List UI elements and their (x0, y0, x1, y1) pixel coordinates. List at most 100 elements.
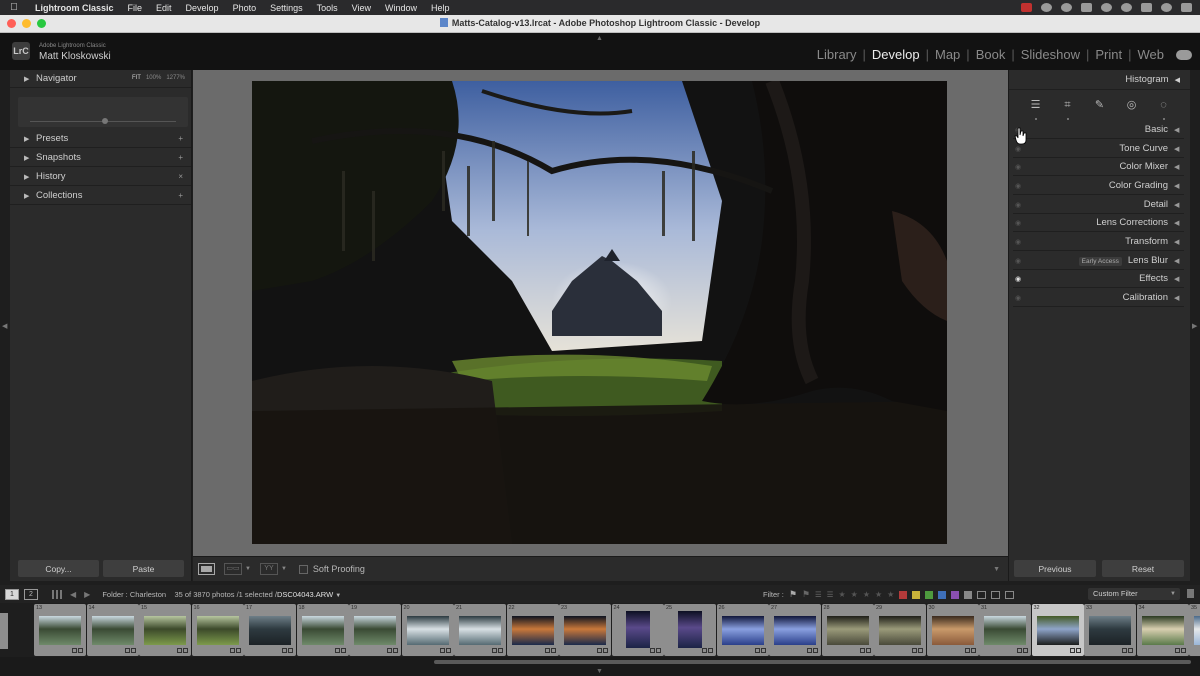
panel-lens-blur[interactable]: ◉ Early Access Lens Blur ◀ (1013, 252, 1184, 270)
video-filter-icon[interactable] (1005, 590, 1015, 599)
filmstrip-thumbnail[interactable]: 19 (349, 604, 401, 656)
history-header[interactable]: ▶ History × (10, 168, 191, 186)
filmstrip-scroll-thumb[interactable] (434, 660, 1191, 664)
before-after-swap-icon[interactable]: YY (259, 563, 278, 575)
menu-app-name[interactable]: Lightroom Classic (28, 3, 121, 13)
presets-header[interactable]: ▶ Presets + (10, 130, 191, 148)
paste-button[interactable]: Paste (103, 560, 184, 577)
menu-view[interactable]: View (345, 3, 378, 13)
snapshots-header[interactable]: ▶ Snapshots + (10, 149, 191, 167)
recording-icon[interactable] (1021, 3, 1032, 12)
filmstrip-thumbnail[interactable]: 31 (979, 604, 1031, 656)
control-center-icon[interactable] (1141, 3, 1152, 12)
menu-file[interactable]: File (121, 3, 150, 13)
rating-star-icon[interactable]: ★ (875, 590, 882, 599)
zoom-custom[interactable]: 1277% (166, 75, 185, 81)
histogram-header[interactable]: Histogram ◀ (1009, 70, 1190, 90)
filmstrip-thumbnail[interactable]: 35 (1189, 604, 1200, 656)
panel-visibility-eye-icon[interactable]: ◉ (1015, 201, 1029, 209)
toolbar-content-dropdown-icon[interactable]: ▼ (993, 566, 1000, 573)
menu-develop[interactable]: Develop (179, 3, 226, 13)
bottom-panel-toggle-icon[interactable]: ▼ (596, 668, 603, 675)
apple-menu-icon[interactable]:  (0, 2, 28, 13)
filmstrip-thumbnail[interactable]: 34 (1136, 604, 1189, 656)
cloud-sync-icon[interactable] (1176, 49, 1192, 60)
filmstrip-thumbnail[interactable]: 30 (926, 604, 979, 656)
reject-filter-icon[interactable]: ⚑ (802, 589, 810, 600)
edit-filter-icon[interactable]: ☰ (815, 590, 822, 599)
menu-edit[interactable]: Edit (149, 3, 179, 13)
creative-cloud-icon[interactable] (1041, 3, 1052, 12)
filmstrip-thumbnail[interactable]: 15 (139, 604, 191, 656)
panel-transform[interactable]: ◉ Transform ◀ (1013, 233, 1184, 251)
menu-tools[interactable]: Tools (310, 3, 345, 13)
flag-filter-icon[interactable]: ⚑ (789, 589, 797, 600)
filmstrip-thumbnail[interactable]: 20 (401, 604, 454, 656)
menu-settings[interactable]: Settings (263, 3, 310, 13)
panel-visibility-eye-icon[interactable]: ◉ (1015, 294, 1029, 302)
rating-star-icon[interactable]: ★ (887, 590, 894, 599)
red-label-swatch[interactable] (899, 590, 908, 599)
add-preset-button[interactable]: + (178, 134, 183, 143)
collections-header[interactable]: ▶ Collections + (10, 187, 191, 205)
filmstrip-thumbnail[interactable]: 17 (244, 604, 296, 656)
panel-tone-curve[interactable]: ◉ Tone Curve ◀ (1013, 140, 1184, 158)
filmstrip-thumbnail[interactable]: 25 (664, 604, 716, 656)
panel-visibility-eye-icon[interactable]: ◉ (1015, 257, 1029, 265)
filmstrip-thumbnail[interactable]: 33 (1084, 604, 1136, 656)
panel-visibility-eye-icon[interactable]: ◉ (1015, 219, 1029, 227)
edit-sliders-icon[interactable]: ☰ (1029, 98, 1043, 120)
left-panel-toggle-icon[interactable]: ◀ (2, 322, 7, 330)
filmstrip-thumbnail[interactable]: 26 (716, 604, 769, 656)
panel-visibility-eye-icon[interactable]: ◉ (1015, 145, 1029, 153)
panel-visibility-eye-icon[interactable]: ◉ (1015, 182, 1029, 190)
filmstrip-thumbnail[interactable]: 27 (769, 604, 821, 656)
add-snapshot-button[interactable]: + (178, 153, 183, 162)
battery-icon[interactable] (1081, 3, 1092, 12)
top-panel-toggle-icon[interactable]: ▲ (596, 35, 603, 42)
siri-icon[interactable] (1161, 3, 1172, 12)
masking-icon[interactable]: ◌ (1157, 98, 1171, 120)
filmstrip-thumbnail[interactable]: 14 (86, 604, 139, 656)
filmstrip-thumbnail[interactable]: 29 (874, 604, 926, 656)
image-canvas[interactable] (193, 70, 1008, 556)
purple-label-swatch[interactable] (951, 590, 960, 599)
module-develop[interactable]: Develop (866, 47, 926, 62)
module-book[interactable]: Book (970, 47, 1012, 62)
filmstrip-scrollbar[interactable]: ▼ (0, 657, 1200, 676)
filmstrip-thumbnail[interactable]: 32 (1031, 604, 1084, 656)
virtual-copy-filter-icon[interactable] (977, 590, 987, 599)
filmstrip-thumbnail[interactable]: 13 (34, 604, 86, 656)
panel-color-mixer[interactable]: ◉ Color Mixer ◀ (1013, 158, 1184, 176)
healing-icon[interactable]: ✎ (1093, 98, 1107, 112)
unedit-filter-icon[interactable]: ☰ (827, 590, 834, 599)
right-panel-toggle-icon[interactable]: ▶ (1192, 322, 1197, 330)
second-window-button[interactable]: 2 (24, 588, 38, 600)
panel-calibration[interactable]: ◉ Calibration ◀ (1013, 289, 1184, 307)
panel-lens-corrections[interactable]: ◉ Lens Corrections ◀ (1013, 214, 1184, 232)
green-label-swatch[interactable] (925, 590, 934, 599)
forward-arrow-icon[interactable]: ▶ (84, 590, 90, 599)
spotlight-icon[interactable] (1121, 3, 1132, 12)
filmstrip-source[interactable]: Folder : Charleston 35 of 3870 photos /1… (102, 590, 341, 599)
main-window-button[interactable]: 1 (5, 588, 19, 600)
module-web[interactable]: Web (1132, 47, 1171, 62)
panel-visibility-eye-icon[interactable]: ◉ (1015, 163, 1029, 171)
panel-visibility-eye-icon[interactable]: ◉ (1015, 238, 1029, 246)
filmstrip-thumbnail[interactable]: 28 (821, 604, 874, 656)
copy-button[interactable]: Copy... (18, 560, 99, 577)
gray-label-swatch[interactable] (964, 590, 973, 599)
add-collection-button[interactable]: + (178, 191, 183, 200)
navigator-header[interactable]: ▶ Navigator FIT 100% 1277% (10, 70, 191, 88)
zoom-100[interactable]: 100% (146, 75, 161, 81)
grid-view-icon[interactable] (52, 589, 62, 599)
custom-filter-dropdown[interactable]: Custom Filter ▼ (1088, 588, 1180, 600)
panel-effects[interactable]: ◉ Effects ◀ (1013, 270, 1184, 288)
clear-history-button[interactable]: × (178, 172, 183, 181)
back-arrow-icon[interactable]: ◀ (70, 590, 76, 599)
panel-detail[interactable]: ◉ Detail ◀ (1013, 196, 1184, 214)
red-eye-icon[interactable]: ◎ (1125, 98, 1139, 112)
filter-lock-icon[interactable] (1187, 589, 1194, 598)
main-photo[interactable] (252, 81, 947, 544)
menu-photo[interactable]: Photo (226, 3, 264, 13)
